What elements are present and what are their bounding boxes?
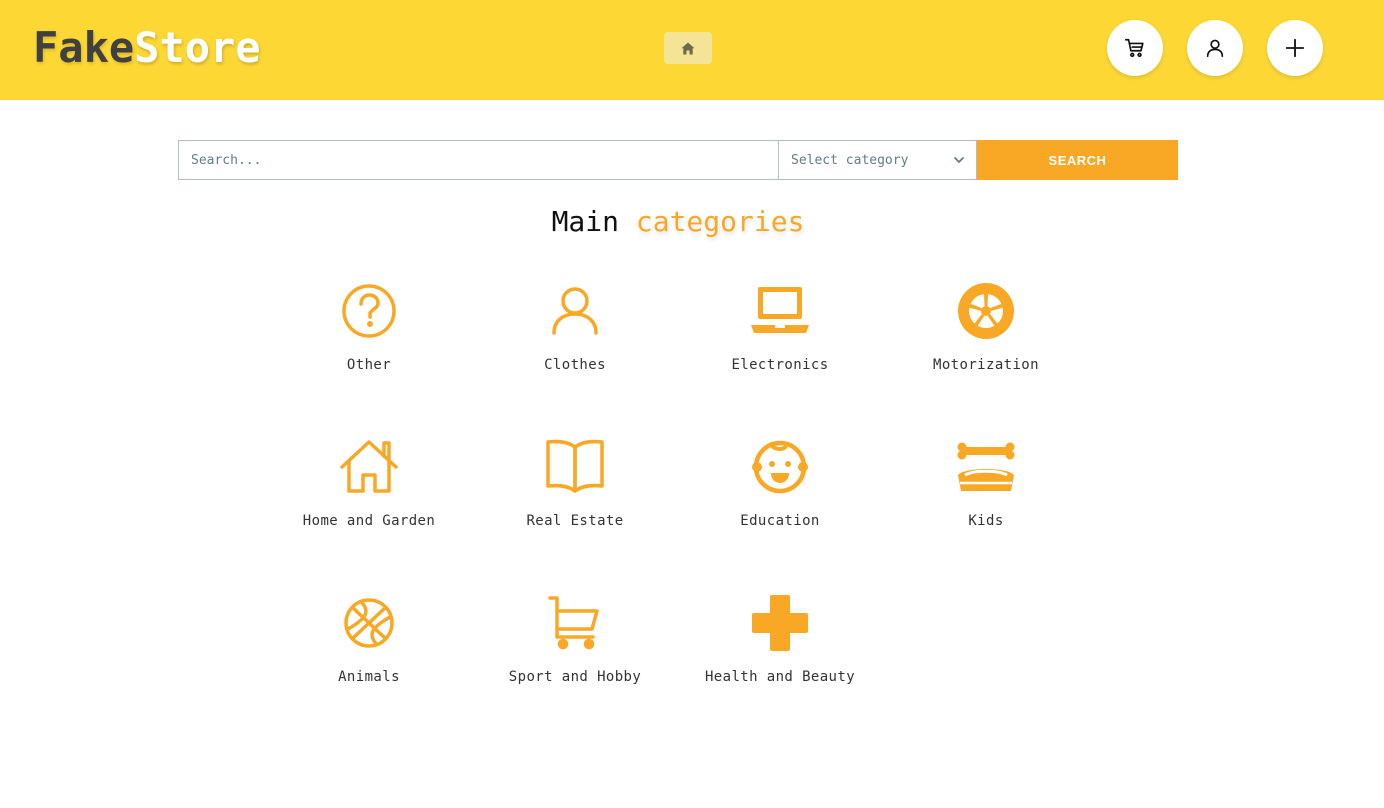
- search-button[interactable]: SEARCH: [977, 140, 1178, 180]
- category-education[interactable]: Education: [680, 437, 880, 547]
- logo-text-fake: Fake: [33, 23, 135, 72]
- category-select-value: Select category: [791, 152, 909, 168]
- cart-button[interactable]: [1107, 20, 1163, 76]
- shopping-cart-icon: [548, 596, 599, 650]
- category-kids[interactable]: Kids: [886, 437, 1086, 547]
- search-bar: Select category SEARCH: [178, 140, 1178, 180]
- store-logo[interactable]: FakeStore: [33, 22, 261, 74]
- user-icon: [1206, 39, 1224, 58]
- basketball-icon: [344, 598, 394, 648]
- category-label: Sport and Hobby: [508, 669, 642, 685]
- category-electronics[interactable]: Electronics: [680, 281, 880, 391]
- person-icon: [552, 287, 598, 335]
- category-label: Motorization: [933, 357, 1039, 373]
- category-motorization[interactable]: Motorization: [886, 281, 1086, 391]
- home-icon: [681, 42, 695, 54]
- category-sport-and-hobby[interactable]: Sport and Hobby: [475, 593, 675, 703]
- page-title: Main categories: [0, 203, 1356, 241]
- category-clothes[interactable]: Clothes: [475, 281, 675, 391]
- category-label: Kids: [968, 513, 1004, 529]
- category-health-and-beauty[interactable]: Health and Beauty: [680, 593, 880, 703]
- category-label: Real Estate: [526, 513, 624, 529]
- search-input[interactable]: [178, 140, 778, 180]
- category-label: Other: [346, 357, 392, 373]
- plus-icon: [1285, 38, 1305, 58]
- open-book-icon: [546, 439, 604, 493]
- dog-bowl-icon: [957, 442, 1015, 491]
- chevron-down-icon: [954, 157, 964, 163]
- account-button[interactable]: [1187, 20, 1243, 76]
- add-listing-button[interactable]: [1267, 20, 1323, 76]
- category-select[interactable]: Select category: [778, 140, 977, 180]
- category-real-estate[interactable]: Real Estate: [475, 437, 675, 547]
- logo-text-store: Store: [134, 23, 261, 72]
- house-icon: [340, 440, 398, 493]
- home-button[interactable]: [664, 32, 712, 64]
- category-label: Home and Garden: [302, 513, 436, 529]
- category-label: Education: [740, 513, 820, 529]
- cart-icon: [1125, 38, 1144, 58]
- wheel-icon: [958, 283, 1014, 339]
- category-label: Electronics: [731, 357, 829, 373]
- page-title-categories: categories: [635, 205, 805, 238]
- category-other[interactable]: Other: [269, 281, 469, 391]
- baby-face-icon: [752, 440, 808, 494]
- category-label: Health and Beauty: [704, 669, 856, 685]
- category-label: Clothes: [544, 357, 606, 373]
- category-label: Animals: [338, 669, 400, 685]
- question-circle-icon: [342, 284, 396, 338]
- page-title-main: Main: [551, 205, 619, 238]
- medical-cross-icon: [752, 595, 808, 651]
- category-home-and-garden[interactable]: Home and Garden: [269, 437, 469, 547]
- category-animals[interactable]: Animals: [269, 593, 469, 703]
- top-bar: FakeStore: [0, 0, 1384, 100]
- laptop-icon: [751, 287, 809, 333]
